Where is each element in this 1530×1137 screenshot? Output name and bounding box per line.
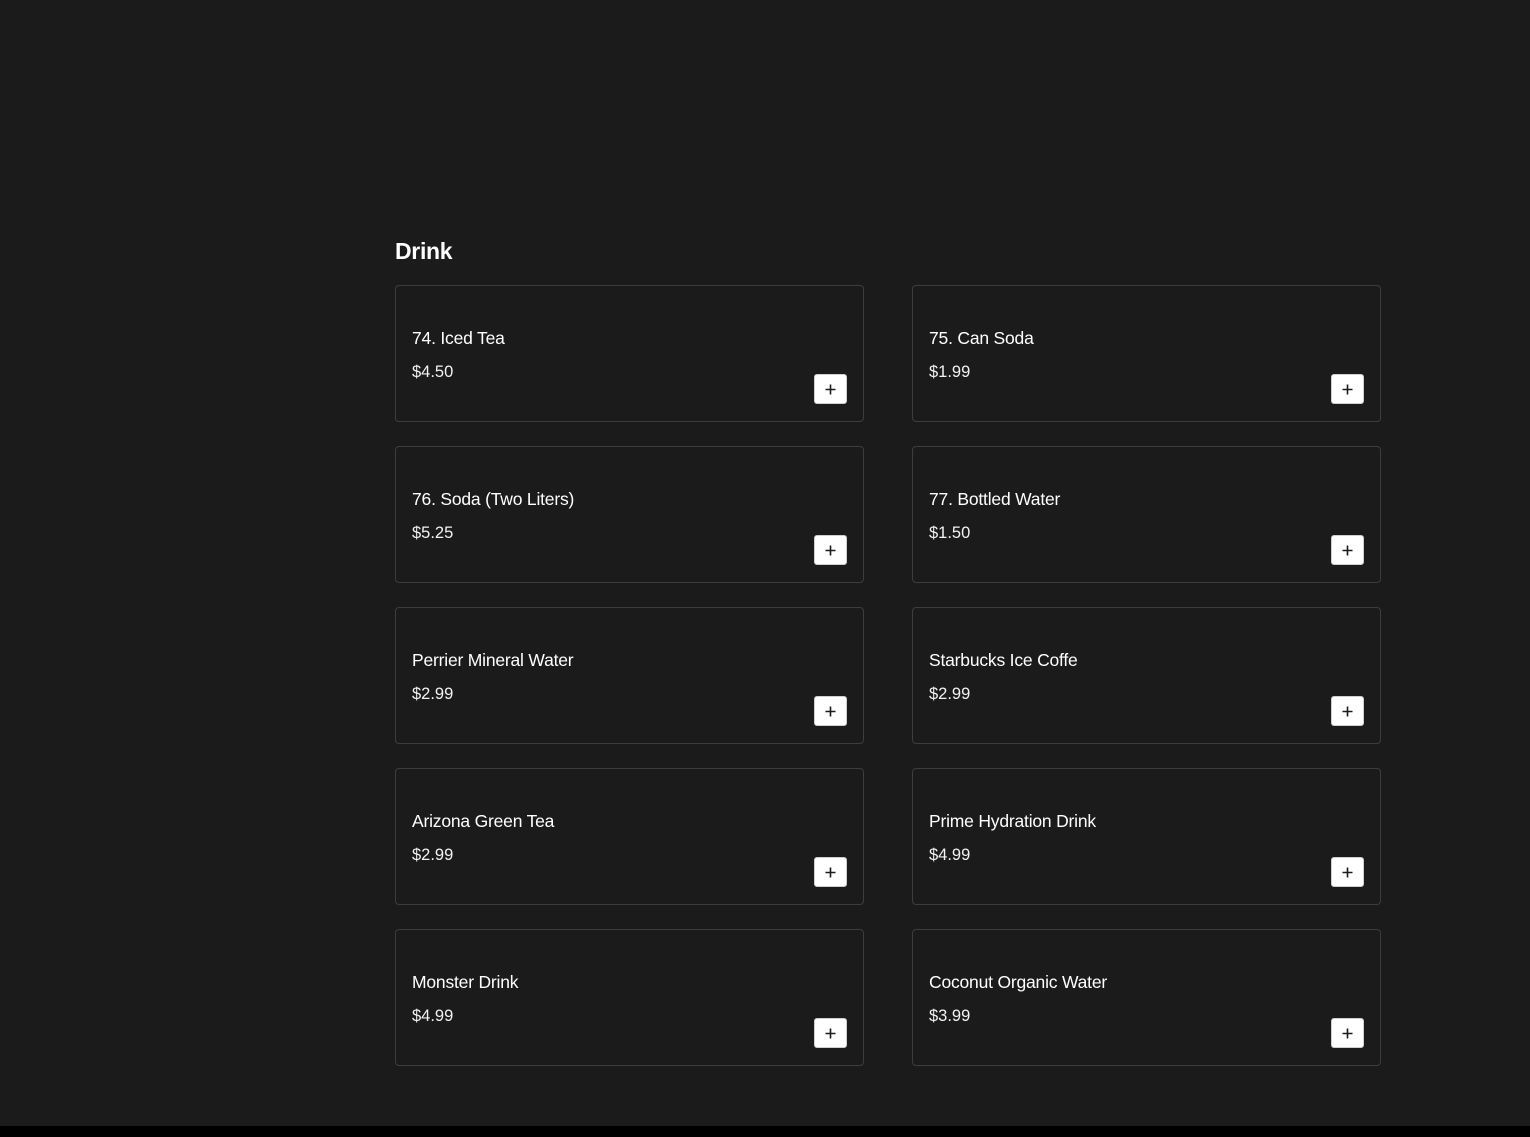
plus-icon: [825, 867, 836, 877]
plus-icon: [1342, 384, 1353, 394]
add-to-cart-button[interactable]: [814, 374, 847, 404]
item-price: $1.50: [929, 524, 971, 542]
menu-item-card[interactable]: Starbucks Ice Coffe $2.99: [912, 607, 1381, 744]
item-name: Starbucks Ice Coffe: [929, 650, 1078, 670]
plus-icon: [825, 1028, 836, 1038]
item-name: 76. Soda (Two Liters): [412, 489, 575, 509]
bottom-bar: [0, 1126, 1530, 1137]
item-name: 74. Iced Tea: [412, 328, 505, 348]
plus-icon: [1342, 1028, 1353, 1038]
menu-item-card[interactable]: 76. Soda (Two Liters) $5.25: [395, 446, 864, 583]
item-price: $4.99: [929, 846, 971, 864]
plus-icon: [1342, 706, 1353, 716]
menu-item-card[interactable]: 74. Iced Tea $4.50: [395, 285, 864, 422]
item-name: Prime Hydration Drink: [929, 811, 1096, 831]
menu-item-card[interactable]: Coconut Organic Water $3.99: [912, 929, 1381, 1066]
item-price: $4.50: [412, 363, 454, 381]
item-name: Perrier Mineral Water: [412, 650, 574, 670]
plus-icon: [825, 545, 836, 555]
menu-item-card[interactable]: Prime Hydration Drink $4.99: [912, 768, 1381, 905]
item-name: Coconut Organic Water: [929, 972, 1108, 992]
item-name: Arizona Green Tea: [412, 811, 555, 831]
add-to-cart-button[interactable]: [814, 535, 847, 565]
add-to-cart-button[interactable]: [1331, 696, 1364, 726]
add-to-cart-button[interactable]: [1331, 1018, 1364, 1048]
menu-item-card[interactable]: 75. Can Soda $1.99: [912, 285, 1381, 422]
add-to-cart-button[interactable]: [1331, 535, 1364, 565]
item-price: $2.99: [412, 685, 454, 703]
item-price: $3.99: [929, 1007, 971, 1025]
item-name: Monster Drink: [412, 972, 519, 992]
menu-item-card[interactable]: 77. Bottled Water $1.50: [912, 446, 1381, 583]
item-price: $4.99: [412, 1007, 454, 1025]
menu-item-grid: 74. Iced Tea $4.50 75. Can Soda $1.99 76…: [395, 285, 1381, 1066]
drink-section: Drink 74. Iced Tea $4.50 75. Can Soda $1…: [395, 236, 1381, 1066]
menu-item-card[interactable]: Arizona Green Tea $2.99: [395, 768, 864, 905]
plus-icon: [825, 384, 836, 394]
add-to-cart-button[interactable]: [1331, 374, 1364, 404]
add-to-cart-button[interactable]: [814, 696, 847, 726]
item-price: $2.99: [929, 685, 971, 703]
plus-icon: [1342, 545, 1353, 555]
add-to-cart-button[interactable]: [1331, 857, 1364, 887]
plus-icon: [825, 706, 836, 716]
item-name: 77. Bottled Water: [929, 489, 1061, 509]
section-title: Drink: [395, 238, 453, 264]
item-price: $1.99: [929, 363, 971, 381]
item-price: $2.99: [412, 846, 454, 864]
item-price: $5.25: [412, 524, 454, 542]
item-name: 75. Can Soda: [929, 328, 1034, 348]
menu-item-card[interactable]: Monster Drink $4.99: [395, 929, 864, 1066]
add-to-cart-button[interactable]: [814, 857, 847, 887]
add-to-cart-button[interactable]: [814, 1018, 847, 1048]
plus-icon: [1342, 867, 1353, 877]
menu-item-card[interactable]: Perrier Mineral Water $2.99: [395, 607, 864, 744]
